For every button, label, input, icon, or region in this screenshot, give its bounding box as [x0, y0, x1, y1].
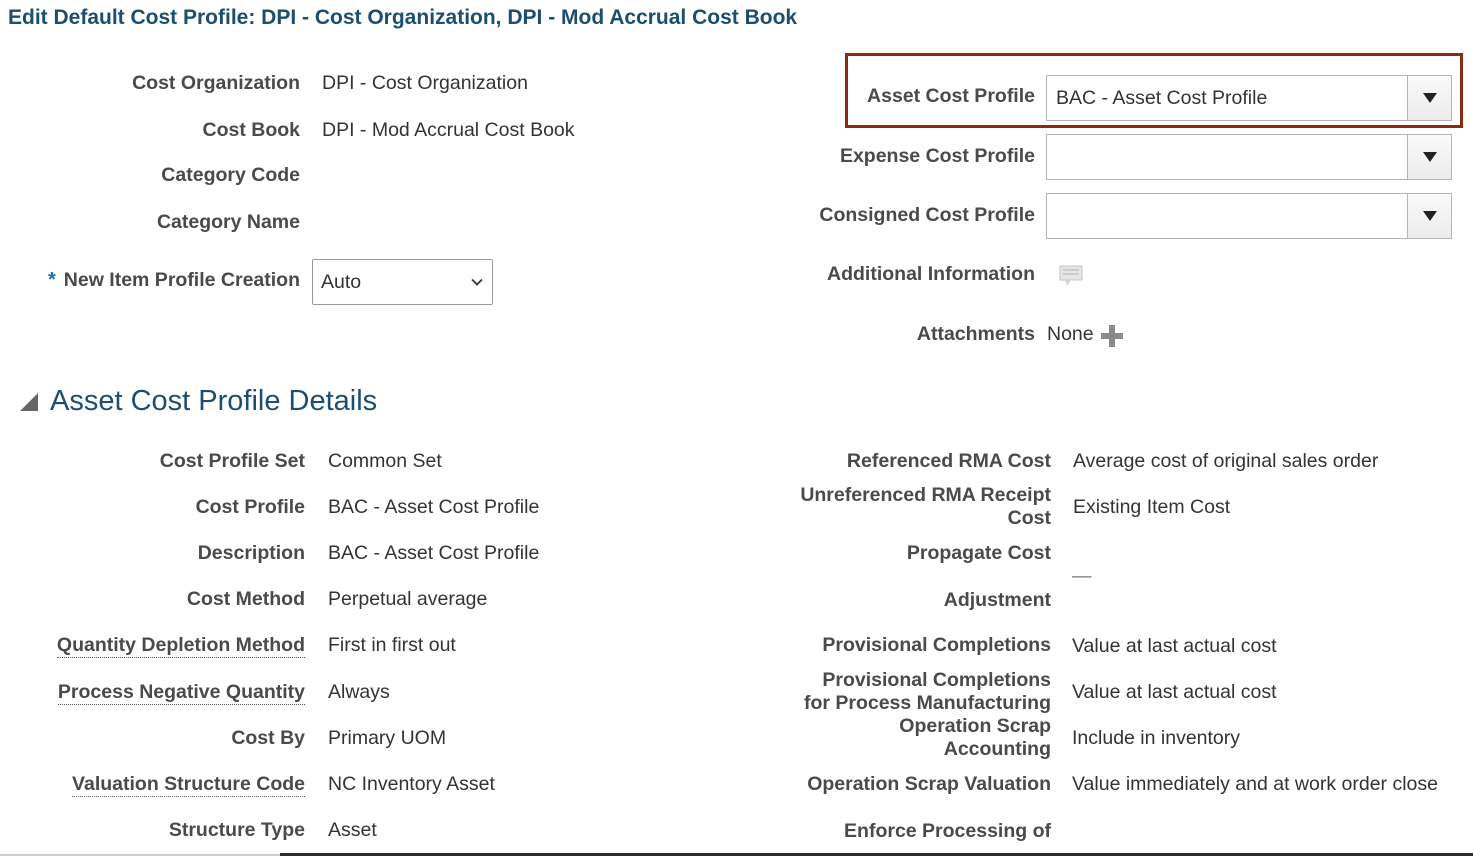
page-title: Edit Default Cost Profile: DPI - Cost Or… [8, 6, 798, 29]
process-negative-quantity-label: Process Negative Quantity [57, 681, 305, 705]
operation-scrap-valuation-value: Value immediately and at work order clos… [1072, 773, 1438, 795]
operation-scrap-accounting-label-line2: Accounting [943, 738, 1051, 760]
new-item-profile-creation-label: * New Item Profile Creation [48, 269, 300, 292]
valuation-structure-code-value: NC Inventory Asset [328, 773, 495, 795]
description-label: Description [197, 542, 305, 564]
quantity-depletion-method-value: First in first out [328, 634, 456, 656]
provisional-completions-value: Value at last actual cost [1072, 635, 1277, 657]
valuation-structure-code-text: Valuation Structure Code [72, 773, 305, 797]
triangle-down-icon [1422, 93, 1437, 103]
operation-scrap-valuation-label: Operation Scrap Valuation [807, 773, 1051, 795]
description-value: BAC - Asset Cost Profile [328, 542, 540, 564]
section-title: Asset Cost Profile Details [50, 385, 378, 417]
cost-by-label: Cost By [231, 727, 305, 749]
cost-profile-label: Cost Profile [195, 496, 305, 518]
cost-profile-set-value: Common Set [328, 450, 442, 472]
structure-type-value: Asset [328, 819, 377, 841]
new-item-profile-creation-text: New Item Profile Creation [63, 269, 300, 291]
adjustment-label: Adjustment [943, 589, 1051, 611]
expense-cost-profile-combobox[interactable] [1046, 134, 1452, 180]
cost-by-value: Primary UOM [328, 727, 447, 749]
provisional-completions-pm-label-line1: Provisional Completions [822, 669, 1051, 691]
adjustment-value: — [1072, 565, 1092, 587]
new-item-profile-creation-value: Auto [321, 270, 362, 293]
expense-cost-profile-dropdown-button[interactable] [1407, 135, 1451, 179]
cost-profile-set-label: Cost Profile Set [159, 450, 305, 472]
triangle-down-icon [1422, 152, 1437, 162]
consigned-cost-profile-input[interactable] [1047, 194, 1407, 238]
cost-organization-value: DPI - Cost Organization [322, 72, 528, 94]
new-item-profile-creation-select[interactable]: Auto [312, 259, 493, 305]
cost-profile-value: BAC - Asset Cost Profile [328, 496, 540, 518]
asset-cost-profile-dropdown-button[interactable] [1407, 76, 1451, 120]
collapse-triangle-icon[interactable] [20, 393, 38, 411]
required-indicator: * [47, 269, 56, 291]
asset-cost-profile-input[interactable]: BAC - Asset Cost Profile [1047, 76, 1407, 120]
add-attachment-icon[interactable] [1100, 324, 1124, 348]
structure-type-label: Structure Type [168, 819, 305, 841]
valuation-structure-code-label: Valuation Structure Code [72, 773, 305, 797]
quantity-depletion-method-label: Quantity Depletion Method [56, 634, 305, 658]
consigned-cost-profile-combobox[interactable] [1046, 193, 1452, 239]
category-code-label: Category Code [161, 164, 300, 186]
consigned-cost-profile-label: Consigned Cost Profile [819, 204, 1035, 226]
unreferenced-rma-receipt-cost-label-line1: Unreferenced RMA Receipt [800, 484, 1051, 506]
additional-information-icon[interactable] [1059, 265, 1083, 287]
expense-cost-profile-label: Expense Cost Profile [839, 145, 1035, 167]
attachments-value: None [1047, 323, 1094, 345]
operation-scrap-accounting-label-line1: Operation Scrap [899, 715, 1051, 737]
referenced-rma-cost-label: Referenced RMA Cost [846, 450, 1051, 472]
quantity-depletion-method-text: Quantity Depletion Method [56, 634, 305, 658]
provisional-completions-label: Provisional Completions [822, 634, 1051, 656]
cost-method-label: Cost Method [186, 588, 305, 610]
expense-cost-profile-input[interactable] [1047, 135, 1407, 179]
cost-organization-label: Cost Organization [132, 72, 300, 94]
asset-cost-profile-combobox[interactable]: BAC - Asset Cost Profile [1046, 75, 1452, 121]
unreferenced-rma-receipt-cost-label-line2: Cost [1007, 507, 1051, 529]
triangle-down-icon [1422, 211, 1437, 221]
cost-book-value: DPI - Mod Accrual Cost Book [322, 119, 575, 141]
referenced-rma-cost-value: Average cost of original sales order [1073, 450, 1379, 472]
cost-method-value: Perpetual average [328, 588, 488, 610]
chevron-down-icon [471, 278, 483, 286]
unreferenced-rma-receipt-cost-value: Existing Item Cost [1073, 496, 1231, 518]
asset-cost-profile-label: Asset Cost Profile [867, 85, 1035, 107]
attachments-label: Attachments [916, 323, 1035, 345]
operation-scrap-accounting-value: Include in inventory [1072, 727, 1241, 749]
enforce-processing-of-label: Enforce Processing of [844, 820, 1051, 842]
additional-information-label: Additional Information [827, 263, 1035, 285]
propagate-cost-label: Propagate Cost [906, 542, 1051, 564]
process-negative-quantity-value: Always [328, 681, 390, 703]
cost-book-label: Cost Book [202, 119, 301, 141]
category-name-label: Category Name [156, 211, 300, 233]
provisional-completions-pm-value: Value at last actual cost [1072, 681, 1277, 703]
process-negative-quantity-text: Process Negative Quantity [57, 681, 305, 705]
provisional-completions-pm-label-line2: for Process Manufacturing [803, 692, 1051, 714]
consigned-cost-profile-dropdown-button[interactable] [1407, 194, 1451, 238]
